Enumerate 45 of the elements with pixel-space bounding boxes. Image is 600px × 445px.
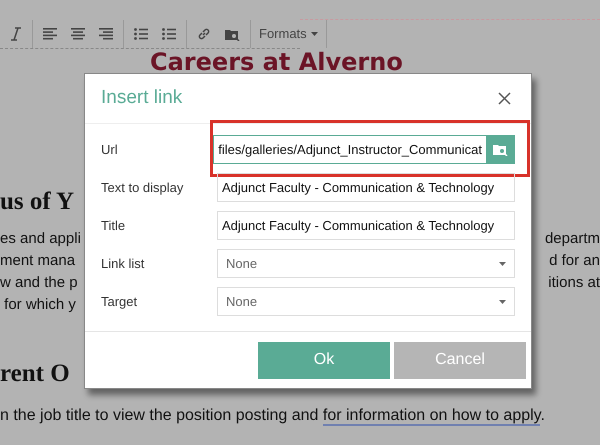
caret-icon xyxy=(499,300,506,304)
section-heading: us of Y xyxy=(0,187,74,218)
section-heading: rent O xyxy=(0,359,70,390)
body-text: d for an xyxy=(549,250,600,271)
body-text: n the job title to view the position posting and xyxy=(0,407,320,424)
folder-search-icon xyxy=(492,143,508,156)
align-center-button[interactable] xyxy=(71,28,85,40)
align-left-icon xyxy=(43,28,57,40)
italic-icon xyxy=(10,27,22,41)
link-icon xyxy=(197,27,211,41)
body-text: for which y xyxy=(3,294,76,315)
page-heading: Careers at Alverno xyxy=(150,50,404,74)
field-label: Text to display xyxy=(101,178,184,197)
select-field[interactable]: None xyxy=(217,287,515,316)
bullet-list-icon xyxy=(134,28,148,40)
apply-info-link[interactable]: for information on how to apply xyxy=(322,407,540,426)
align-right-button[interactable] xyxy=(99,28,113,40)
align-right-icon xyxy=(99,28,113,40)
body-text: departm xyxy=(544,228,600,249)
browse-button[interactable] xyxy=(225,28,240,40)
select-field[interactable]: None xyxy=(217,249,515,278)
close-icon xyxy=(498,92,511,105)
text-field[interactable]: Adjunct Faculty - Communication & Technology xyxy=(217,211,515,240)
dialog-title: Insert link xyxy=(101,86,182,110)
link-button[interactable] xyxy=(197,27,211,41)
field-label: Target xyxy=(101,292,138,311)
folder-search-icon xyxy=(225,28,240,40)
body-text: w and the p xyxy=(0,272,78,293)
text-field[interactable]: Adjunct Faculty - Communication & Technology xyxy=(217,173,515,202)
bullet-list-button[interactable] xyxy=(134,28,148,40)
formats-dropdown[interactable]: Formats xyxy=(251,20,327,48)
url-field[interactable]: files/galleries/Adjunct_Instructor_Communicat xyxy=(213,135,515,164)
caret-icon xyxy=(310,32,318,36)
field-label: Link list xyxy=(101,254,146,273)
period-text: . xyxy=(540,407,545,424)
body-text: itions at xyxy=(548,272,600,293)
field-label: Title xyxy=(101,216,126,235)
align-left-button[interactable] xyxy=(43,28,57,40)
italic-button[interactable] xyxy=(10,27,22,41)
body-text: es and appli xyxy=(0,228,81,249)
align-center-icon xyxy=(71,28,85,40)
field-label: Url xyxy=(101,140,119,159)
body-text: ment mana xyxy=(0,250,76,271)
caret-icon xyxy=(499,262,506,266)
browse-button[interactable] xyxy=(486,136,514,163)
